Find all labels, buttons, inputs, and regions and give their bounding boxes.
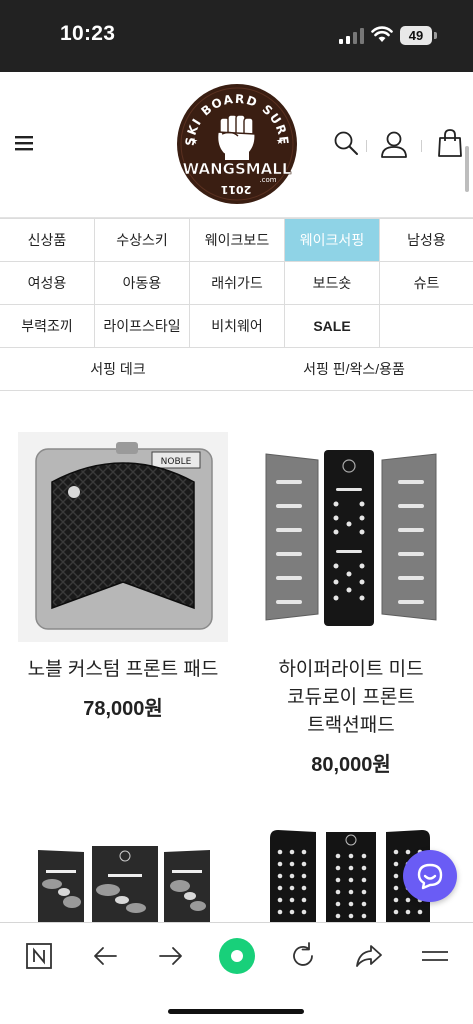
product-name[interactable]: 하이퍼라이트 미드 코듀로이 프론트 트랙션패드	[246, 656, 456, 740]
share-icon[interactable]	[354, 941, 384, 971]
svg-text:★: ★	[276, 136, 284, 146]
header-divider	[366, 140, 367, 152]
category-wakeboard[interactable]: 웨이크보드	[190, 219, 285, 261]
header-divider	[421, 140, 422, 152]
user-account-icon[interactable]	[379, 130, 409, 158]
product-price: 78,000원	[83, 698, 163, 720]
status-bar: 10:23 49	[0, 0, 473, 72]
subcategory-surf-accessories[interactable]: 서핑 핀/왁스/용품	[236, 347, 472, 390]
subcategory-row: 서핑 데크 서핑 핀/왁스/용품	[0, 347, 473, 391]
category-men[interactable]: 남성용	[380, 219, 473, 261]
category-beachwear[interactable]: 비치웨어	[190, 305, 285, 347]
battery-tip	[434, 32, 437, 39]
wifi-icon	[371, 26, 393, 42]
svg-text:★: ★	[190, 136, 198, 146]
category-empty	[380, 305, 473, 347]
product-price: 80,000원	[311, 754, 391, 776]
svg-text:.com: .com	[259, 176, 276, 184]
category-women[interactable]: 여성용	[0, 262, 95, 304]
product-card[interactable]: 하이퍼라이트 미드 코듀로이 프론트 트랙션패드 80,000원	[246, 432, 456, 777]
search-icon[interactable]	[333, 130, 359, 156]
product-image[interactable]	[18, 812, 228, 922]
wangsmall-logo[interactable]: SKI BOARD SURF ★ ★ WANGSMALL .com 2011	[172, 82, 302, 210]
category-row: 신상품 수상스키 웨이크보드 웨이크서핑 남성용	[0, 219, 473, 262]
status-time: 10:23	[60, 22, 116, 45]
shopping-bag-icon[interactable]	[437, 128, 463, 158]
chat-icon	[417, 863, 443, 890]
product-image[interactable]	[246, 432, 456, 642]
category-lifestyle[interactable]: 라이프스타일	[95, 305, 190, 347]
product-name[interactable]: 노블 커스텀 프론트 패드	[18, 656, 228, 684]
cellular-signal-icon	[339, 28, 364, 44]
category-suits[interactable]: 슈트	[380, 262, 473, 304]
category-life-vest[interactable]: 부력조끼	[0, 305, 95, 347]
menu-lines-icon[interactable]	[420, 941, 450, 971]
product-name-line: 트랙션패드	[307, 715, 395, 736]
product-name-line: 코듀로이 프론트	[287, 687, 415, 708]
category-sale[interactable]: SALE	[285, 305, 380, 347]
hamburger-menu-icon[interactable]	[15, 135, 33, 151]
product-image[interactable]: NOBLE	[18, 432, 228, 642]
site-header: SKI BOARD SURF ★ ★ WANGSMALL .com 2011	[0, 72, 473, 218]
back-arrow-icon[interactable]	[90, 941, 120, 971]
browser-toolbar	[0, 922, 473, 1024]
battery-icon: 49	[400, 26, 432, 45]
product-card[interactable]: NOBLE 노블 커스텀 프론트 패드 78,000원	[18, 432, 228, 721]
category-water-ski[interactable]: 수상스키	[95, 219, 190, 261]
subcategory-surf-deck[interactable]: 서핑 데크	[0, 347, 236, 390]
home-dot-icon[interactable]	[218, 937, 256, 975]
category-grid: 신상품 수상스키 웨이크보드 웨이크서핑 남성용 여성용 아동용 래쉬가드 보드…	[0, 218, 473, 348]
category-boardshorts[interactable]: 보드숏	[285, 262, 380, 304]
product-card[interactable]	[18, 812, 228, 922]
category-row: 여성용 아동용 래쉬가드 보드숏 슈트	[0, 262, 473, 305]
category-row: 부력조끼 라이프스타일 비치웨어 SALE	[0, 305, 473, 348]
category-rashguard[interactable]: 래쉬가드	[190, 262, 285, 304]
product-name-line: 하이퍼라이트 미드	[278, 659, 424, 680]
forward-arrow-icon[interactable]	[156, 941, 186, 971]
n-tab-icon[interactable]	[24, 941, 54, 971]
scrollbar-thumb[interactable]	[465, 146, 469, 192]
category-kids[interactable]: 아동용	[95, 262, 190, 304]
chat-button[interactable]	[403, 850, 457, 902]
home-indicator	[168, 1009, 304, 1014]
category-new[interactable]: 신상품	[0, 219, 95, 261]
reload-icon[interactable]	[288, 941, 318, 971]
category-wakesurf[interactable]: 웨이크서핑	[285, 219, 380, 261]
svg-text:NOBLE: NOBLE	[161, 457, 192, 467]
svg-text:2011: 2011	[221, 183, 252, 196]
